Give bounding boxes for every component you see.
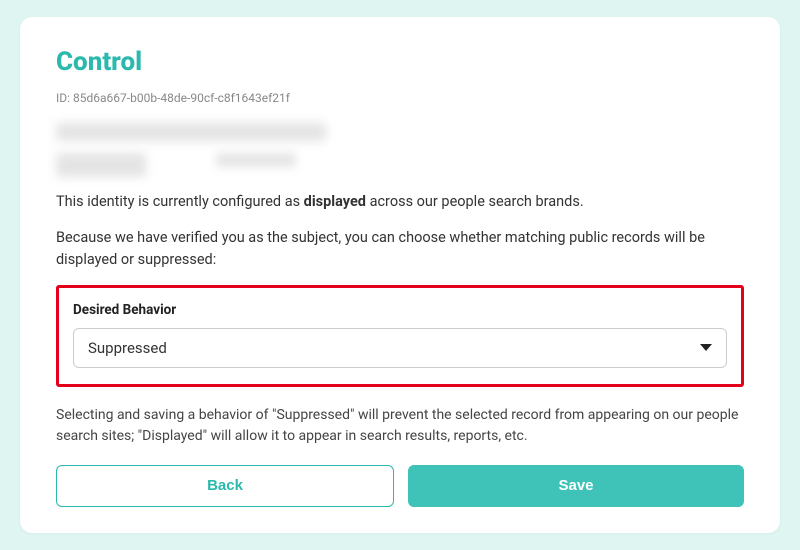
desired-behavior-selected-value: Suppressed: [88, 339, 167, 357]
button-row: Back Save: [56, 465, 744, 507]
redacted-detail-2: [216, 153, 296, 167]
status-text-bold: displayed: [304, 193, 366, 210]
identity-id-line: ID: 85d6a667-b00b-48de-90cf-c8f1643ef21f: [56, 91, 744, 105]
page-title: Control: [56, 47, 744, 77]
desired-behavior-select[interactable]: Suppressed: [73, 328, 727, 368]
chevron-down-icon: [700, 344, 712, 351]
desired-behavior-label: Desired Behavior: [73, 302, 727, 318]
status-text-post: across our people search brands.: [366, 193, 584, 210]
id-value: 85d6a667-b00b-48de-90cf-c8f1643ef21f: [73, 91, 290, 105]
id-label: ID:: [56, 91, 70, 105]
behavior-help-text: Selecting and saving a behavior of "Supp…: [56, 405, 744, 447]
control-card: Control ID: 85d6a667-b00b-48de-90cf-c8f1…: [20, 17, 780, 532]
desired-behavior-section: Desired Behavior Suppressed: [56, 285, 744, 387]
status-text: This identity is currently configured as…: [56, 191, 744, 213]
redacted-name: [56, 123, 326, 141]
save-button[interactable]: Save: [408, 465, 744, 507]
redacted-identity-block: [56, 123, 744, 177]
back-button[interactable]: Back: [56, 465, 394, 507]
status-text-pre: This identity is currently configured as: [56, 193, 304, 210]
redacted-detail-1: [56, 153, 146, 177]
verified-text: Because we have verified you as the subj…: [56, 227, 744, 271]
